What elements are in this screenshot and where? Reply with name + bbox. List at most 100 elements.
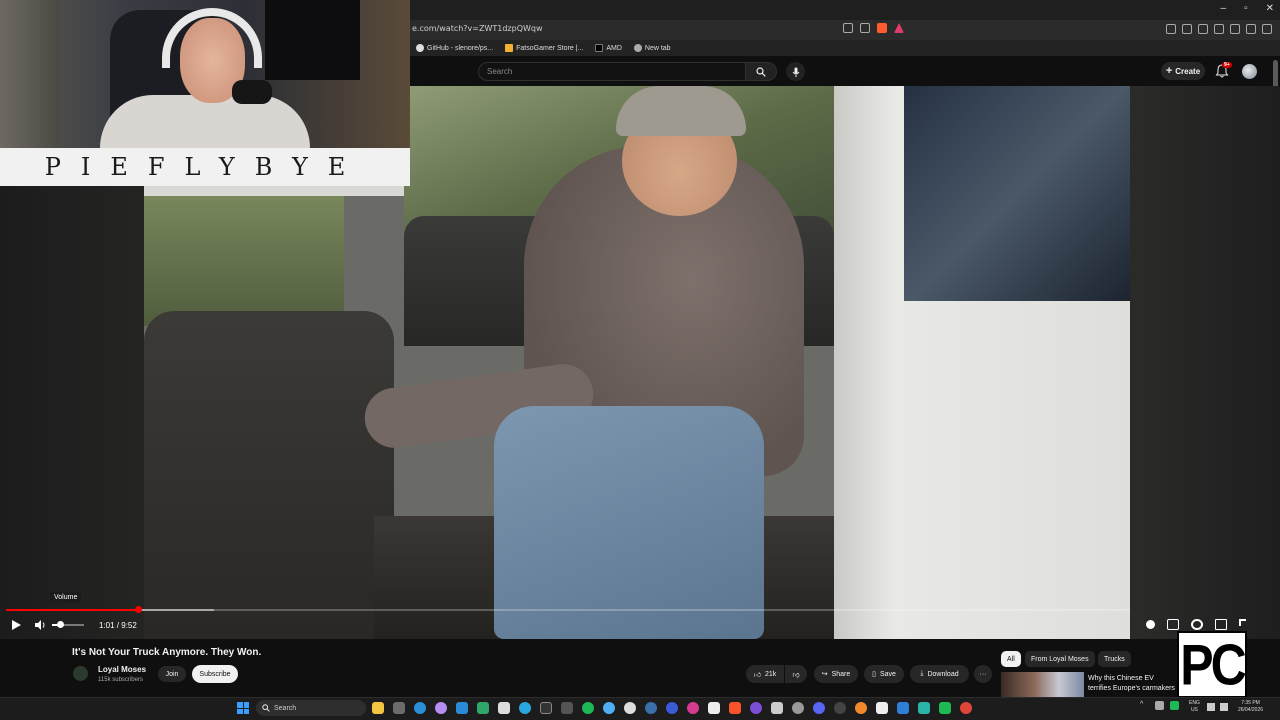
- progress-scrubber[interactable]: [135, 606, 142, 613]
- notification-count-badge: 9+: [1222, 62, 1232, 68]
- like-button[interactable]: 👍︎ 21k: [746, 665, 784, 683]
- network-icon[interactable]: [1207, 703, 1215, 711]
- chip-from-loyal-moses[interactable]: From Loyal Moses: [1025, 651, 1095, 667]
- amd-icon: [595, 44, 604, 52]
- scene-person-beanie: [616, 86, 746, 136]
- taskbar-search[interactable]: Search: [256, 700, 366, 716]
- messenger-icon[interactable]: [603, 702, 615, 714]
- calculator-icon[interactable]: [393, 702, 405, 714]
- channel-name[interactable]: Loyal Moses: [98, 665, 146, 674]
- video-title: It's Not Your Truck Anymore. They Won.: [72, 647, 262, 658]
- player-right-controls: [1146, 619, 1246, 630]
- autoplay-toggle-icon[interactable]: [1146, 620, 1155, 629]
- search-input[interactable]: Search: [478, 62, 746, 81]
- maximize-button[interactable]: ▫: [1244, 3, 1248, 14]
- language-indicator[interactable]: ENG US: [1189, 700, 1200, 714]
- speaker-icon[interactable]: [1220, 703, 1228, 711]
- calendar-icon[interactable]: [561, 702, 573, 714]
- join-button[interactable]: Join: [158, 666, 186, 682]
- search-button[interactable]: [745, 62, 777, 81]
- copilot-icon[interactable]: [435, 702, 447, 714]
- install-app-icon[interactable]: [843, 23, 853, 33]
- vpn-icon[interactable]: [1246, 24, 1256, 34]
- app-icon-green[interactable]: [477, 702, 489, 714]
- save-label: Save: [879, 670, 896, 678]
- discord-icon[interactable]: [813, 702, 825, 714]
- url-text[interactable]: e.com/watch?v=ZWT1dzpQWqw: [412, 24, 543, 33]
- scene-trees-left: [144, 186, 344, 326]
- xbox-game-bar-icon[interactable]: [939, 702, 951, 714]
- chrome-icon[interactable]: [960, 702, 972, 714]
- volume-slider-knob[interactable]: [57, 621, 64, 628]
- app-icon-blue-2[interactable]: [897, 702, 909, 714]
- recommended-video-thumbnail[interactable]: [1001, 672, 1084, 700]
- document-icon[interactable]: [876, 702, 888, 714]
- chip-all[interactable]: All: [1001, 651, 1021, 667]
- brave-browser-icon[interactable]: [729, 702, 741, 714]
- volume-icon[interactable]: [34, 619, 46, 631]
- play-icon[interactable]: [10, 619, 22, 631]
- reader-icon[interactable]: [1166, 24, 1176, 34]
- app-icon-pink[interactable]: [687, 702, 699, 714]
- terminal-icon[interactable]: [540, 702, 552, 714]
- bookmark-github[interactable]: GitHub - slenore/ps...: [416, 44, 493, 52]
- telegram-icon[interactable]: [519, 702, 531, 714]
- taskbar-apps: [372, 702, 972, 714]
- webcam-overlay: [0, 0, 410, 148]
- brave-shields-icon[interactable]: [877, 23, 887, 33]
- steam-icon[interactable]: [645, 702, 657, 714]
- microphone-icon: [792, 67, 799, 77]
- close-button[interactable]: ✕: [1266, 3, 1274, 14]
- store-icon: [505, 44, 514, 52]
- vscode-icon[interactable]: [456, 702, 468, 714]
- dislike-button[interactable]: 👎︎: [785, 665, 807, 683]
- menu-icon[interactable]: [1262, 24, 1272, 34]
- create-button[interactable]: + Create: [1161, 62, 1205, 80]
- user-avatar[interactable]: [1242, 64, 1257, 79]
- chip-trucks[interactable]: Trucks: [1098, 651, 1131, 667]
- inkscape-icon[interactable]: [771, 702, 783, 714]
- minimize-button[interactable]: –: [1221, 3, 1227, 14]
- tray-chevron-icon[interactable]: ^: [1140, 701, 1149, 710]
- brave-rewards-icon[interactable]: [894, 23, 904, 33]
- webcam-streamer-body: [100, 95, 310, 148]
- more-actions-button[interactable]: ···: [974, 665, 992, 683]
- extensions-icon[interactable]: [1214, 24, 1224, 34]
- wallet-icon[interactable]: [1230, 24, 1240, 34]
- file-explorer-icon[interactable]: [372, 702, 384, 714]
- download-button[interactable]: ⤓ Download: [910, 665, 969, 683]
- voice-search-button[interactable]: [786, 62, 805, 81]
- xbox-icon[interactable]: [624, 702, 636, 714]
- bookmark-fatsogamer[interactable]: FatsoGamer Store |...: [505, 44, 583, 52]
- subscribe-button[interactable]: Subscribe: [192, 665, 238, 683]
- fullscreen-icon[interactable]: [1239, 619, 1246, 626]
- edge-icon[interactable]: [414, 702, 426, 714]
- obs-icon[interactable]: [834, 702, 846, 714]
- app-icon-blue[interactable]: [666, 702, 678, 714]
- plus-icon: +: [1165, 65, 1173, 77]
- app-icon-teal[interactable]: [918, 702, 930, 714]
- taskbar-clock[interactable]: 7:35 PM 26/04/2026: [1238, 700, 1263, 714]
- miniplayer-icon[interactable]: [1215, 619, 1227, 630]
- firefox-icon[interactable]: [855, 702, 867, 714]
- bookmark-amd[interactable]: AMD: [595, 44, 622, 52]
- app-icon-grey[interactable]: [792, 702, 804, 714]
- app-icon-purple[interactable]: [750, 702, 762, 714]
- stacked-app-icon[interactable]: [708, 702, 720, 714]
- settings-gear-icon[interactable]: [1191, 619, 1203, 630]
- subtitles-icon[interactable]: [1167, 619, 1179, 630]
- window-controls: – ▫ ✕: [1221, 3, 1275, 14]
- spotify-icon[interactable]: [582, 702, 594, 714]
- media-icon[interactable]: [1182, 24, 1192, 34]
- channel-avatar[interactable]: [73, 666, 88, 681]
- share-button[interactable]: ↪ Share: [814, 665, 858, 683]
- onedrive-icon[interactable]: [1155, 701, 1164, 710]
- bookmark-new-tab[interactable]: New tab: [633, 44, 671, 52]
- save-button[interactable]: ▯ Save: [864, 665, 904, 683]
- share-page-icon[interactable]: [860, 23, 870, 33]
- notepad-icon[interactable]: [498, 702, 510, 714]
- windows-start-icon[interactable]: [237, 702, 249, 714]
- tray-app-icon[interactable]: [1170, 701, 1179, 710]
- sidebar-icon[interactable]: [1198, 24, 1208, 34]
- recommended-video-title[interactable]: Why this Chinese EV terrifies Europe's c…: [1088, 674, 1178, 694]
